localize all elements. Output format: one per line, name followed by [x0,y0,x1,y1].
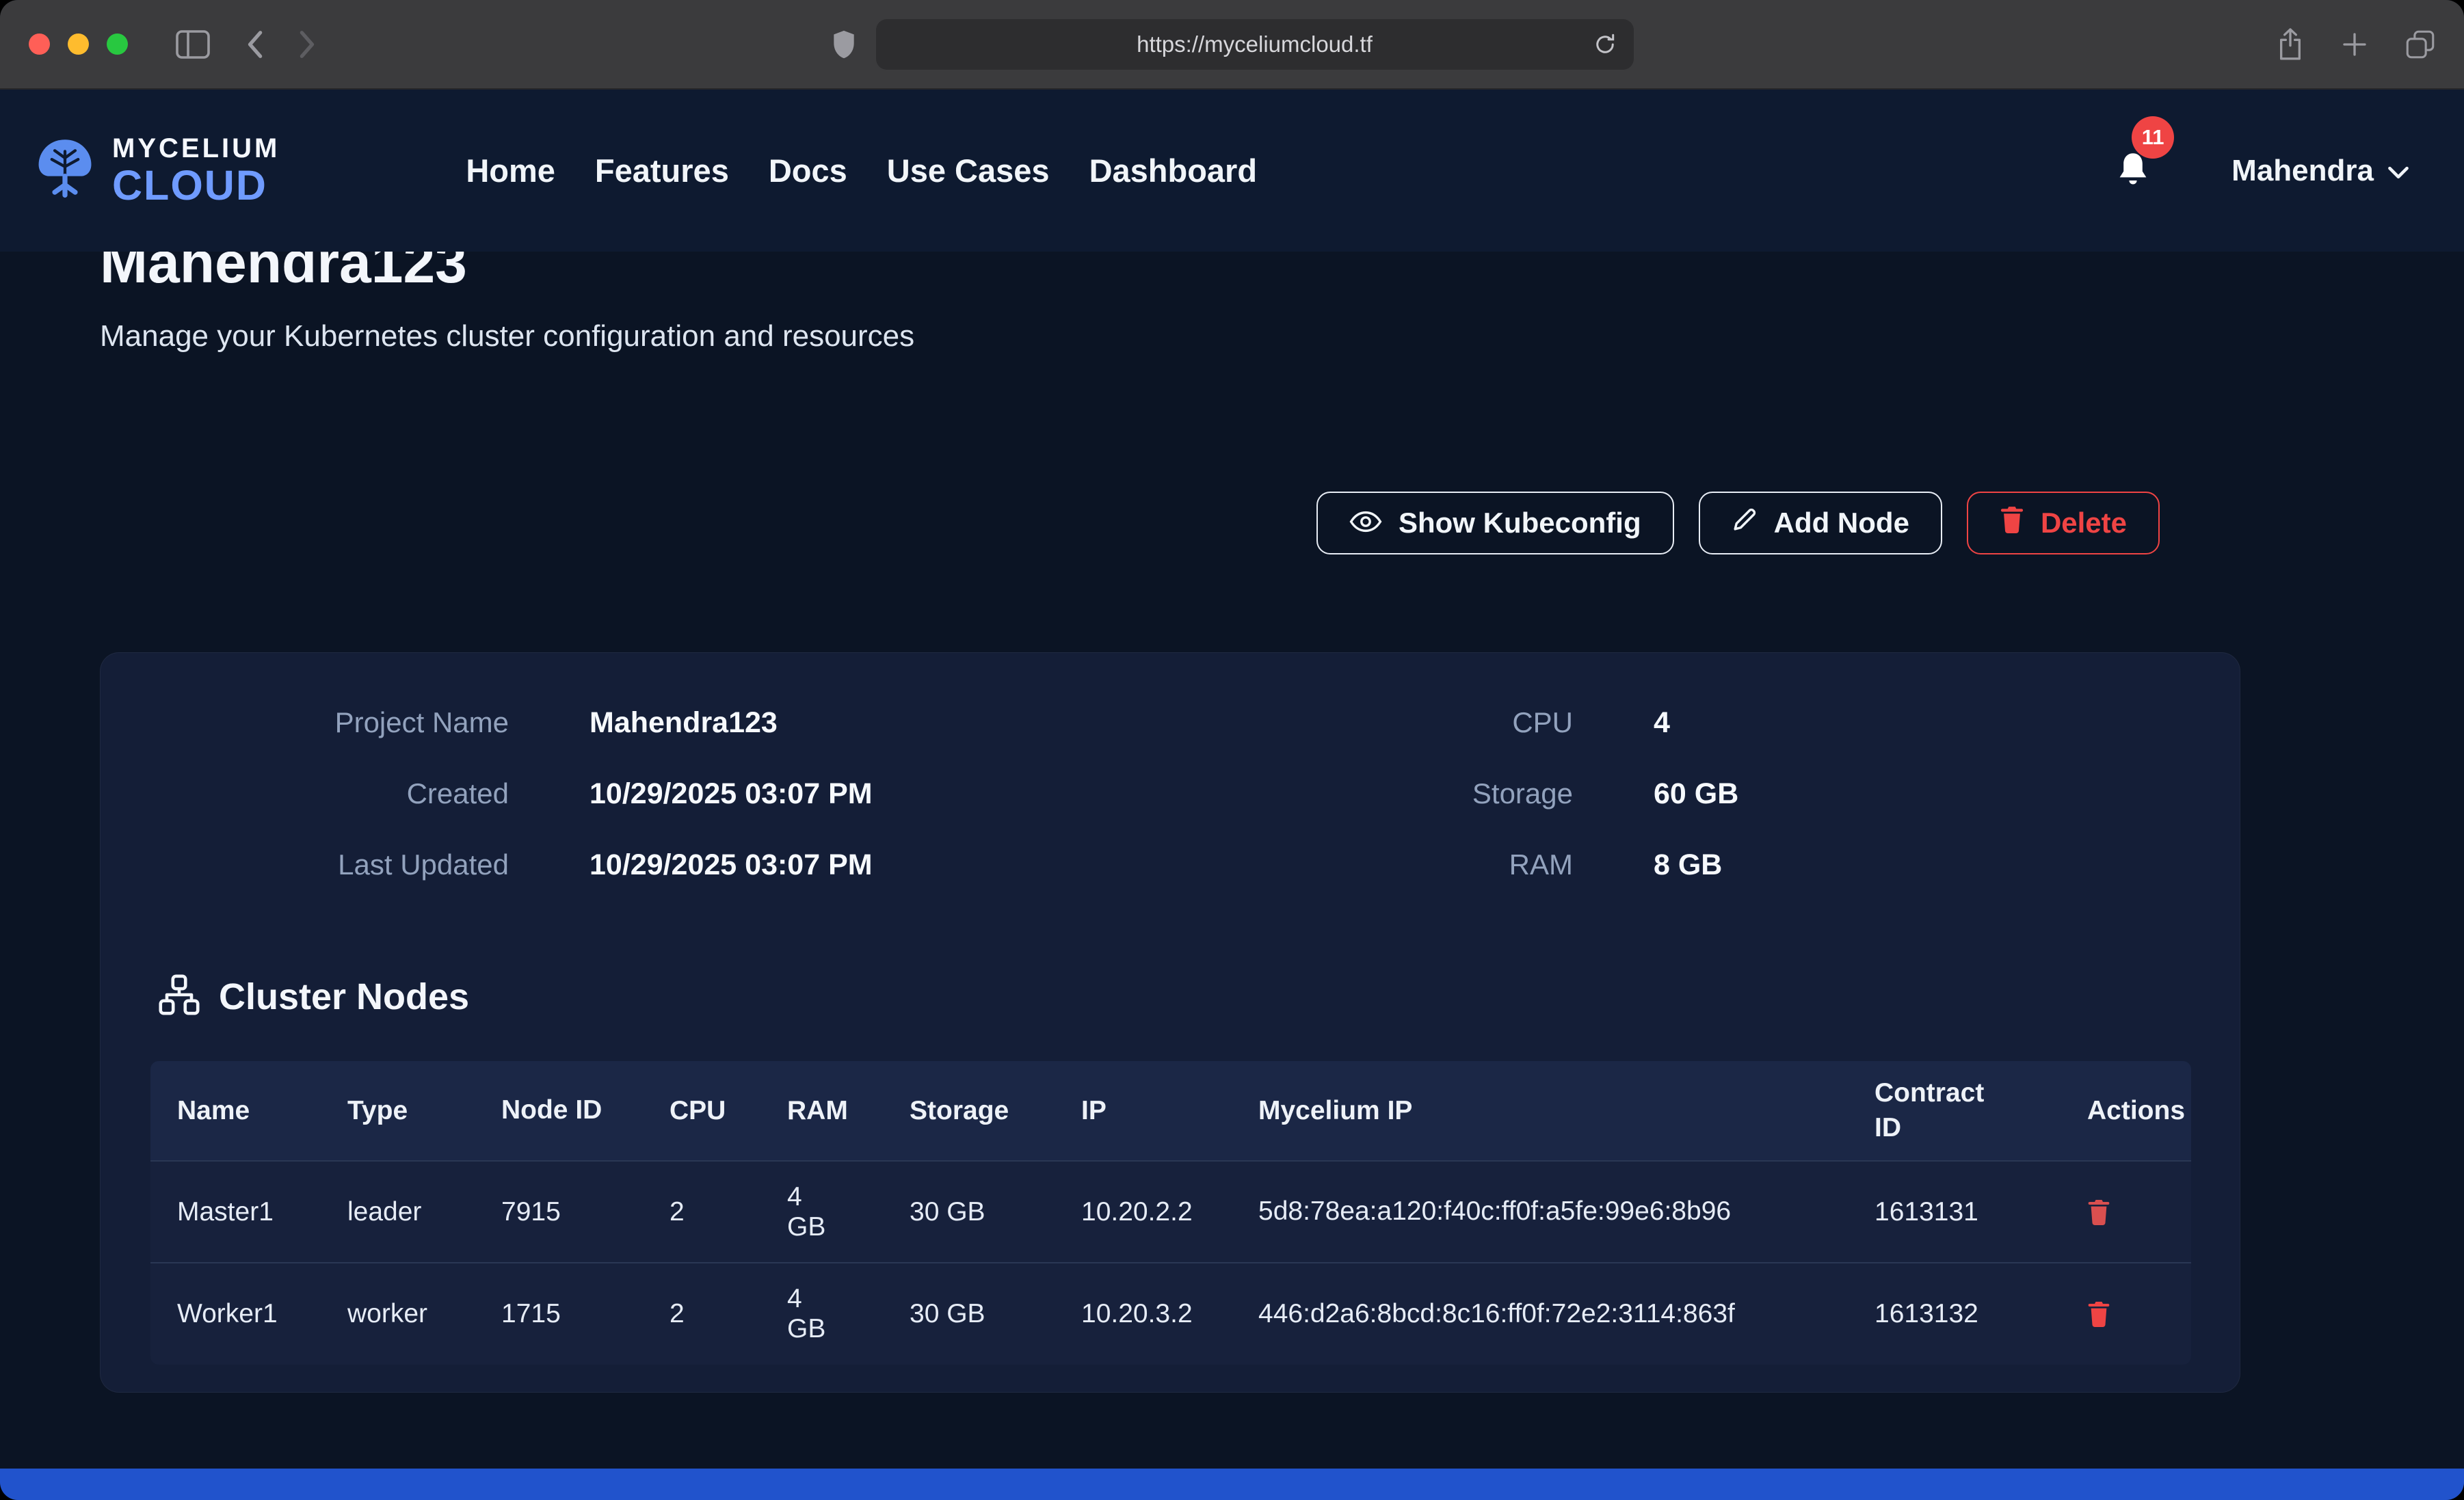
cell-contract-id: 1613131 [1848,1161,2061,1263]
detail-label: Created [101,777,509,810]
detail-label: Last Updated [101,848,509,881]
detail-label: Storage [1092,777,1573,810]
detail-row: Last Updated 10/29/2025 03:07 PM [101,829,1092,900]
detail-value: 4 [1654,706,1670,740]
page: Mahendra123 Manage your Kubernetes clust… [0,90,2464,1500]
nav-item-features[interactable]: Features [595,152,729,189]
cell-storage: 30 GB [883,1263,1055,1365]
site-navbar: MYCELIUM CLOUD Home Features Docs Use Ca… [0,90,2464,252]
add-node-button[interactable]: Add Node [1699,492,1942,554]
window-zoom-button[interactable] [107,34,128,55]
detail-value: 60 GB [1654,777,1738,811]
cluster-actions: Show Kubeconfig Add Node Delete [1316,492,2160,554]
table-header-row: Name Type Node ID CPU RAM Storage IP Myc… [150,1061,2191,1161]
trash-icon [2000,505,2024,541]
eye-icon [1349,507,1382,539]
reload-icon[interactable] [1593,32,1617,57]
footer-strip [0,1469,2464,1500]
address-bar[interactable]: https://myceliumcloud.tf [876,19,1634,70]
chevron-down-icon [2387,154,2409,188]
col-header-contract-id: Contract ID [1848,1061,2061,1161]
brand-wordmark: MYCELIUM CLOUD [112,135,280,206]
window-close-button[interactable] [29,34,50,55]
cluster-card: Project Name Mahendra123 Created 10/29/2… [100,652,2240,1393]
nav-item-home[interactable]: Home [466,152,555,189]
forward-icon [299,29,317,59]
detail-value: Mahendra123 [589,706,778,740]
detail-label: Project Name [101,706,509,739]
cell-contract-id: 1613132 [1848,1263,2061,1365]
cell-node-id: 1715 [475,1263,643,1365]
url-text: https://myceliumcloud.tf [1137,31,1373,57]
cell-actions [2061,1263,2191,1365]
nodes-table: Name Type Node ID CPU RAM Storage IP Myc… [150,1061,2191,1365]
col-header-ip: IP [1055,1061,1232,1161]
cell-cpu: 2 [643,1263,760,1365]
col-header-actions: Actions [2061,1061,2191,1161]
nav-item-use-cases[interactable]: Use Cases [887,152,1050,189]
detail-row: Storage 60 GB [1092,758,2240,829]
detail-value: 10/29/2025 03:07 PM [589,777,873,811]
nav-item-dashboard[interactable]: Dashboard [1089,152,1258,189]
nav-item-docs[interactable]: Docs [769,152,847,189]
cluster-nodes-heading: Cluster Nodes [159,974,469,1019]
col-header-storage: Storage [883,1061,1055,1161]
cell-ip: 10.20.3.2 [1055,1263,1232,1365]
detail-row: CPU 4 [1092,687,2240,758]
tabs-overview-icon[interactable] [2405,29,2435,59]
cell-actions [2061,1161,2191,1263]
cell-mycelium-ip: 446:d2a6:8bcd:8c16:ff0f:72e2:3114:863f [1232,1263,1848,1365]
col-header-node-id: Node ID [475,1061,643,1161]
table-row: Master1 leader 7915 2 4 GB 30 GB 10.20.2… [150,1161,2191,1263]
table-row: Worker1 worker 1715 2 4 GB 30 GB 10.20.3… [150,1263,2191,1365]
col-header-mycelium-ip: Mycelium IP [1232,1061,1848,1161]
cluster-details: Project Name Mahendra123 Created 10/29/2… [101,653,2240,900]
delete-node-button[interactable] [2087,1198,2110,1226]
col-header-name: Name [150,1061,321,1161]
cell-type: leader [321,1161,475,1263]
nodes-hierarchy-icon [159,974,200,1019]
col-header-ram: RAM [760,1061,883,1161]
detail-label: RAM [1092,848,1573,881]
delete-cluster-button[interactable]: Delete [1967,492,2160,554]
nav-links: Home Features Docs Use Cases Dashboard [466,152,1257,189]
cell-ip: 10.20.2.2 [1055,1161,1232,1263]
show-kubeconfig-button[interactable]: Show Kubeconfig [1316,492,1674,554]
detail-value: 8 GB [1654,848,1722,882]
notifications-button[interactable]: 11 [2115,150,2151,191]
detail-label: CPU [1092,706,1573,739]
cell-ram: 4 GB [760,1161,883,1263]
pencil-icon [1732,507,1758,539]
window-minimize-button[interactable] [68,34,89,55]
cell-type: worker [321,1263,475,1365]
user-menu[interactable]: Mahendra [2231,154,2409,188]
browser-toolbar: https://myceliumcloud.tf [0,0,2464,90]
cell-mycelium-ip: 5d8:78ea:a120:f40c:ff0f:a5fe:99e6:8b96 [1232,1161,1848,1263]
cell-cpu: 2 [643,1161,760,1263]
back-icon[interactable] [246,29,263,59]
page-subtitle: Manage your Kubernetes cluster configura… [100,319,914,353]
detail-row: Created 10/29/2025 03:07 PM [101,758,1092,829]
cell-node-id: 7915 [475,1161,643,1263]
browser-window: https://myceliumcloud.tf [0,0,2464,1500]
cell-name: Worker1 [150,1263,321,1365]
detail-row: RAM 8 GB [1092,829,2240,900]
cell-ram: 4 GB [760,1263,883,1365]
sidebar-toggle-icon[interactable] [176,30,210,59]
detail-value: 10/29/2025 03:07 PM [589,848,873,882]
cell-storage: 30 GB [883,1161,1055,1263]
cluster-nodes-title: Cluster Nodes [219,976,469,1018]
cell-name: Master1 [150,1161,321,1263]
new-tab-icon[interactable] [2341,31,2368,58]
privacy-shield-icon[interactable] [831,29,857,59]
mycelium-tree-icon [33,137,97,204]
delete-node-button[interactable] [2087,1300,2110,1328]
notification-badge: 11 [2132,116,2174,159]
detail-row: Project Name Mahendra123 [101,687,1092,758]
col-header-type: Type [321,1061,475,1161]
col-header-cpu: CPU [643,1061,760,1161]
share-icon[interactable] [2277,27,2304,62]
brand-logo[interactable]: MYCELIUM CLOUD [33,135,280,206]
user-name: Mahendra [2231,154,2374,188]
